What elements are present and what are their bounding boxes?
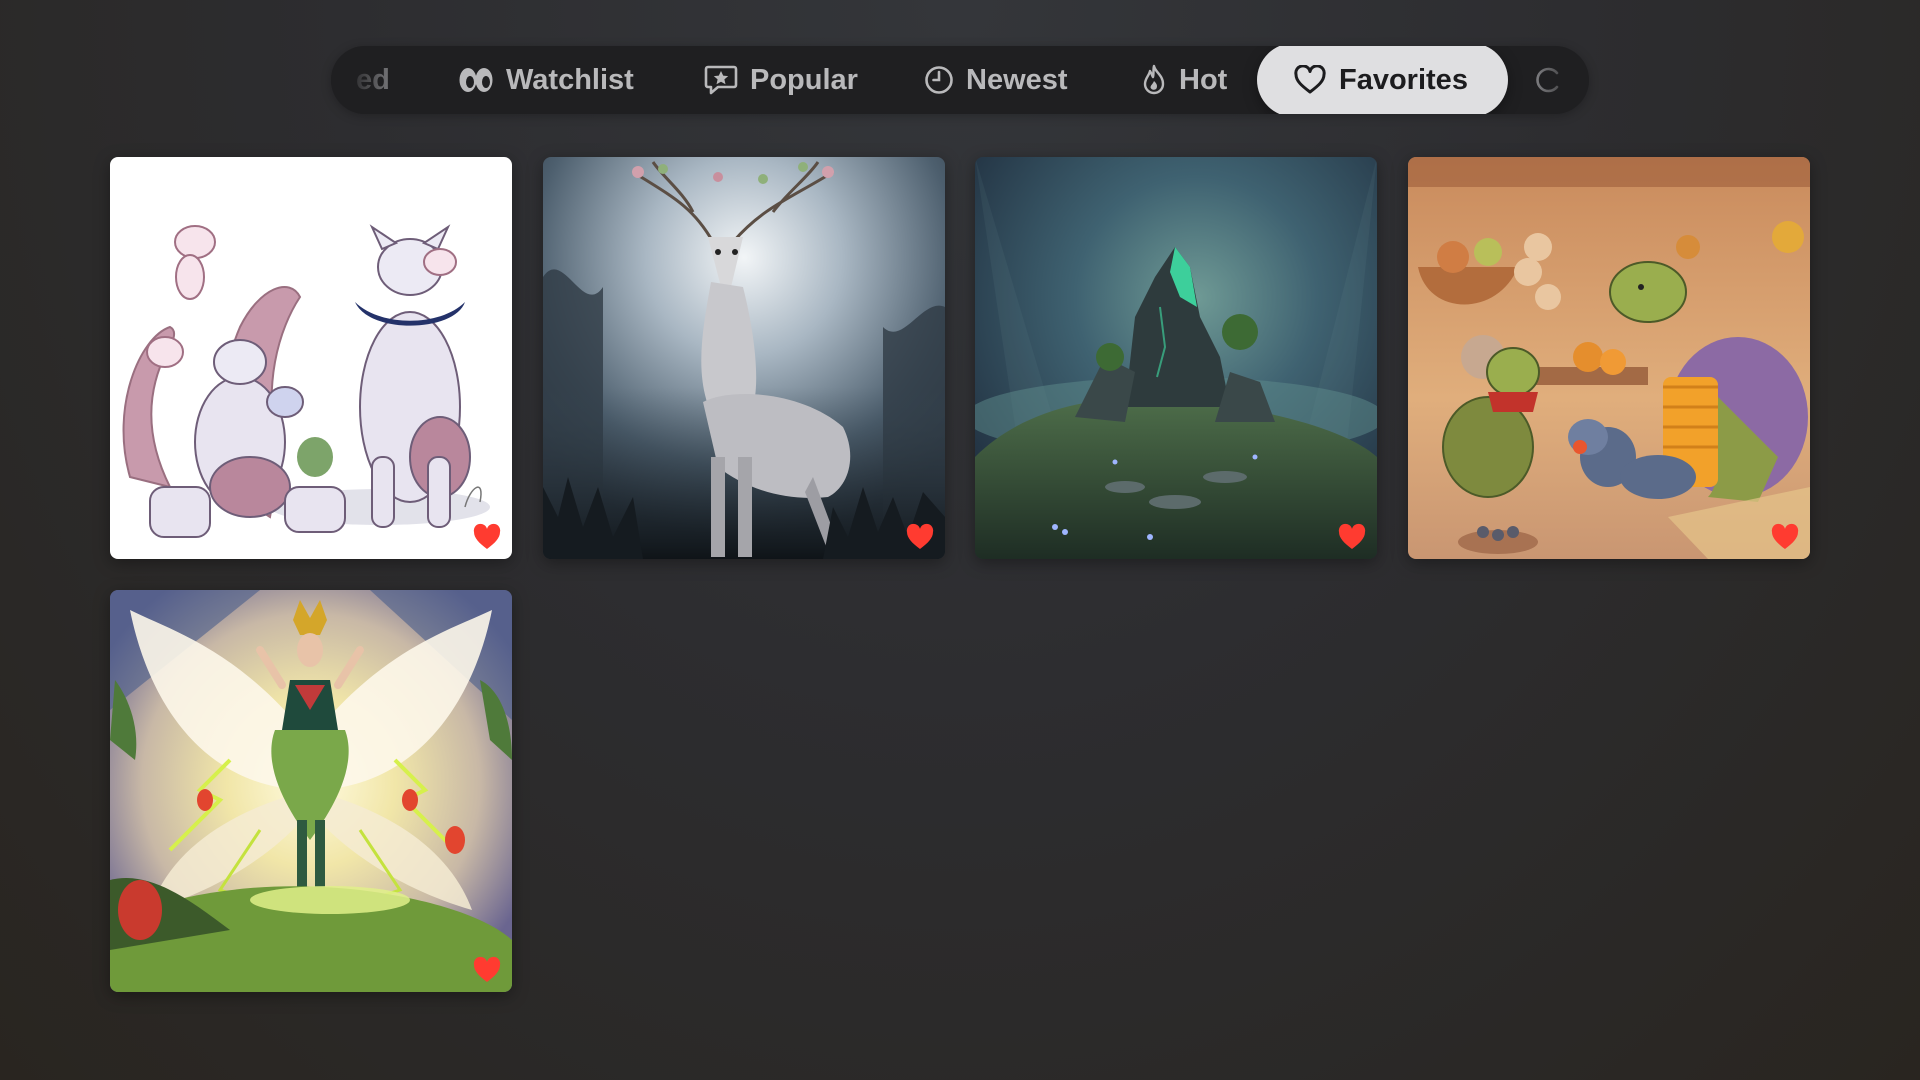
tab-watchlist[interactable]: Watchlist	[458, 46, 634, 114]
tab-newest[interactable]: Newest	[924, 46, 1068, 114]
flame-icon	[1141, 64, 1167, 96]
tab-label: Hot	[1179, 63, 1228, 96]
artwork-fairy-queen[interactable]	[110, 590, 512, 992]
favorited-heart-icon[interactable]	[1337, 523, 1367, 551]
tab-favorites[interactable]: Favorites	[1257, 46, 1508, 114]
artwork-turtle-family-knitting[interactable]	[1408, 157, 1810, 559]
tab-label: Favorites	[1339, 63, 1468, 96]
eyes-icon	[458, 65, 494, 95]
artwork-image	[110, 590, 512, 992]
artwork-pokemon-mew-family[interactable]	[110, 157, 512, 559]
favorited-heart-icon[interactable]	[905, 523, 935, 551]
tab-popular[interactable]: Popular	[704, 46, 858, 114]
tab-hot[interactable]: Hot	[1141, 46, 1227, 114]
category-tab-bar: ed Watchlist Popular Newest Hot Favorite…	[331, 46, 1589, 114]
tab-label: Popular	[750, 63, 858, 96]
tab-label: Newest	[966, 63, 1068, 96]
partial-circle-icon	[1535, 67, 1561, 93]
artwork-image	[543, 157, 945, 559]
artwork-image	[975, 157, 1377, 559]
artwork-image	[110, 157, 512, 559]
tab-label: ed	[356, 63, 390, 96]
star-bubble-icon	[704, 64, 738, 96]
artwork-crystal-rock-island[interactable]	[975, 157, 1377, 559]
tab-partial-left[interactable]: ed	[356, 46, 390, 114]
favorited-heart-icon[interactable]	[472, 956, 502, 984]
favorited-heart-icon[interactable]	[1770, 523, 1800, 551]
heart-outline-icon	[1293, 65, 1327, 95]
artwork-misty-forest-deer[interactable]	[543, 157, 945, 559]
favorited-heart-icon[interactable]	[472, 523, 502, 551]
artwork-image	[1408, 157, 1810, 559]
tab-partial-right[interactable]	[1535, 46, 1561, 114]
clock-icon	[924, 65, 954, 95]
tab-label: Watchlist	[506, 63, 634, 96]
